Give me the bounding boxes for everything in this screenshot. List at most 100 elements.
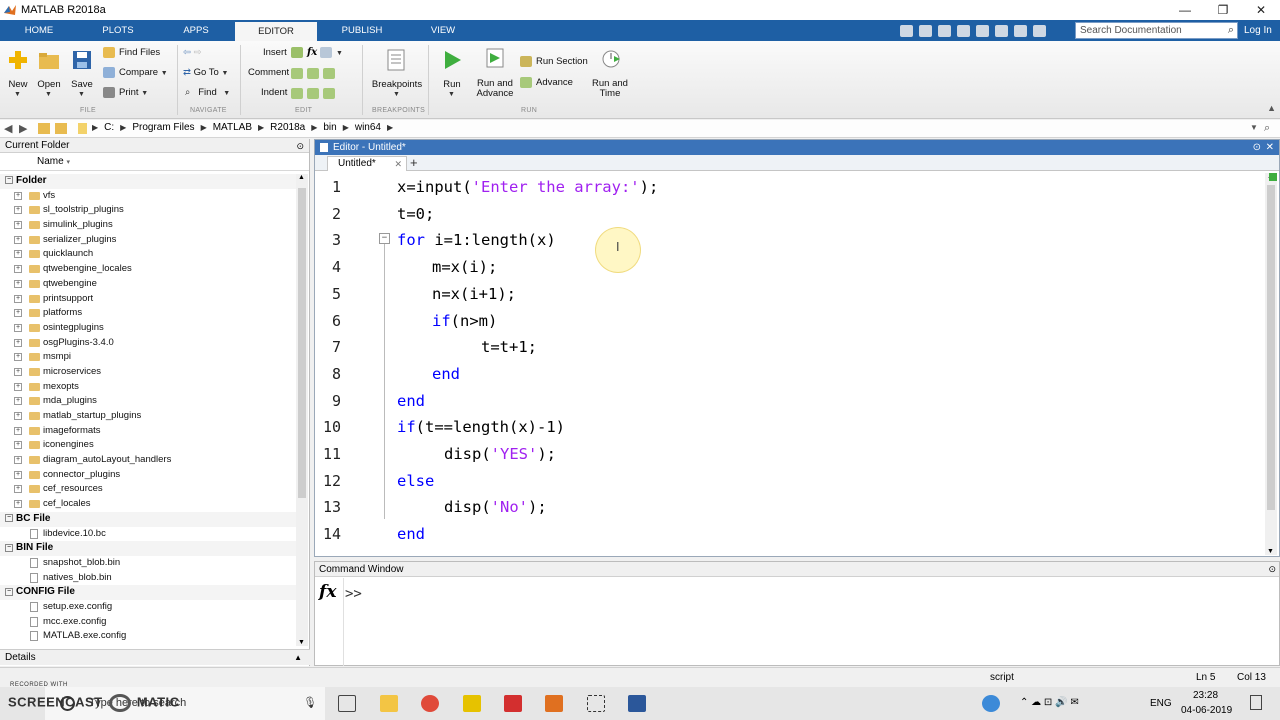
list-item[interactable]: + imageformats — [0, 424, 296, 439]
expand-folder-icon[interactable]: + — [14, 367, 22, 376]
help-icon[interactable] — [1033, 24, 1046, 37]
breadcrumb-program-files[interactable]: Program Files — [132, 122, 194, 133]
scroll-up-icon[interactable]: ▲ — [298, 174, 305, 181]
word-icon[interactable] — [628, 695, 646, 712]
fx-function-browser-icon[interactable]: fx — [319, 582, 336, 602]
list-item[interactable]: libdevice.10.bc — [0, 527, 296, 542]
login-link[interactable]: Log In — [1244, 20, 1272, 41]
search-folder-icon[interactable]: ⌕ — [1264, 122, 1270, 135]
list-item[interactable]: MATLAB.exe.config — [0, 629, 296, 644]
list-item[interactable]: setup.exe.config — [0, 600, 296, 615]
list-item[interactable]: + mexopts — [0, 380, 296, 395]
collapse-ribbon-icon[interactable]: ▲ — [1267, 103, 1276, 113]
decrease-indent-icon[interactable] — [323, 87, 335, 99]
microphone-icon[interactable]: 🎙 — [303, 687, 317, 720]
expand-folder-icon[interactable]: + — [14, 338, 22, 347]
list-item[interactable]: + diagram_autoLayout_handlers — [0, 453, 296, 468]
breakpoints-button[interactable]: Breakpoints — [368, 79, 426, 90]
scroll-thumb[interactable] — [298, 188, 306, 498]
close-button[interactable]: ✕ — [1242, 0, 1280, 20]
expand-folder-icon[interactable]: + — [14, 353, 22, 362]
expand-details-icon[interactable]: ▲ — [294, 650, 302, 666]
list-item[interactable]: + sl_toolstrip_plugins — [0, 203, 296, 218]
file-group-header[interactable]: − BIN File — [0, 541, 296, 556]
search-icon[interactable]: ⌕ — [1228, 24, 1234, 37]
file-group-header[interactable]: − Folder — [0, 174, 296, 189]
forward-arrow-icon[interactable]: ⇨ — [194, 47, 202, 58]
insert-dropdown-icon[interactable] — [320, 47, 333, 58]
list-item[interactable]: + printsupport — [0, 292, 296, 307]
back-icon[interactable]: ◀ — [4, 122, 12, 135]
panel-menu-icon[interactable]: ⊙ — [296, 139, 304, 153]
editor-menu-icon[interactable]: ⊙ — [1253, 140, 1261, 155]
list-item[interactable]: + platforms — [0, 306, 296, 321]
save-quick-icon[interactable] — [900, 24, 913, 37]
code-analyzer-status-icon[interactable] — [1269, 173, 1277, 181]
print-button[interactable]: Print ▼ — [103, 87, 148, 98]
collapse-group-icon[interactable]: − — [5, 514, 13, 523]
list-item[interactable]: + microservices — [0, 365, 296, 380]
collapse-group-icon[interactable]: − — [5, 587, 13, 596]
notifications-icon[interactable] — [1250, 695, 1262, 710]
run-and-time-button[interactable]: Run and Time — [590, 79, 630, 99]
undo-quick-icon[interactable] — [976, 24, 989, 37]
expand-folder-icon[interactable]: + — [14, 470, 22, 479]
clock-date[interactable]: 04-06-2019 — [1181, 705, 1232, 716]
expand-folder-icon[interactable]: + — [14, 397, 22, 406]
breadcrumb-matlab[interactable]: MATLAB — [213, 122, 252, 133]
run-dropdown-icon[interactable]: ▼ — [448, 91, 455, 98]
paste-quick-icon[interactable] — [957, 24, 970, 37]
editor-scrollbar[interactable]: ▲ ▼ — [1265, 173, 1277, 555]
tab-untitled[interactable]: Untitled* ✕ — [327, 156, 407, 171]
command-window-menu-icon[interactable]: ⊙ — [1268, 562, 1276, 577]
list-item[interactable]: mcc.exe.config — [0, 615, 296, 630]
clock-time[interactable]: 23:28 — [1193, 690, 1218, 701]
expand-folder-icon[interactable]: + — [14, 456, 22, 465]
redo-quick-icon[interactable] — [995, 24, 1008, 37]
list-item[interactable]: + connector_plugins — [0, 468, 296, 483]
expand-folder-icon[interactable]: + — [14, 294, 22, 303]
run-button[interactable]: Run — [438, 79, 466, 90]
find-files-button[interactable]: Find Files — [103, 47, 160, 58]
matlab-taskbar-icon[interactable] — [545, 695, 563, 712]
maximize-button[interactable]: ❐ — [1204, 0, 1242, 20]
new-dropdown-icon[interactable]: ▼ — [14, 91, 21, 98]
advance-button[interactable]: Advance — [520, 77, 573, 88]
indent-button[interactable]: Indent — [261, 87, 287, 98]
sticky-notes-icon[interactable] — [463, 695, 481, 712]
file-group-header[interactable]: − CONFIG File — [0, 585, 296, 600]
editor-close-icon[interactable]: ✕ — [1266, 140, 1274, 155]
collapse-group-icon[interactable]: − — [5, 543, 13, 552]
list-item[interactable]: + msmpi — [0, 350, 296, 365]
command-window[interactable]: Command Window ⊙ fx >> — [314, 561, 1280, 666]
breadcrumb-drive[interactable]: C: — [104, 122, 114, 133]
back-forward-buttons[interactable]: ⇦ ⇨ — [183, 47, 202, 58]
name-column-header[interactable]: Name — [37, 156, 64, 167]
back-arrow-icon[interactable]: ⇦ — [183, 47, 191, 58]
open-dropdown-icon[interactable]: ▼ — [45, 91, 52, 98]
expand-folder-icon[interactable]: + — [14, 441, 22, 450]
address-dropdown-icon[interactable]: ▼ — [1250, 123, 1258, 132]
indent-icons[interactable] — [291, 87, 339, 99]
save-button[interactable]: Save — [67, 79, 97, 90]
task-view-icon[interactable] — [338, 695, 356, 712]
search-documentation-input[interactable]: Search Documentation ⌕ — [1075, 22, 1238, 39]
tab-publish[interactable]: PUBLISH — [330, 20, 394, 41]
file-group-header[interactable]: − BC File — [0, 511, 296, 527]
expand-folder-icon[interactable]: + — [14, 250, 22, 259]
list-item[interactable]: + vfs — [0, 189, 296, 204]
expand-folder-icon[interactable]: + — [14, 265, 22, 274]
editor-scroll-down-icon[interactable]: ▼ — [1267, 548, 1274, 555]
snipping-tool-icon[interactable] — [587, 695, 605, 712]
tab-plots[interactable]: PLOTS — [92, 20, 144, 41]
go-to-button[interactable]: ⇄ Go To ▼ — [183, 67, 228, 78]
editor-scroll-thumb[interactable] — [1267, 185, 1275, 510]
open-button[interactable]: Open — [34, 79, 64, 90]
list-item[interactable]: + qtwebengine — [0, 277, 296, 292]
tab-apps[interactable]: APPS — [172, 20, 220, 41]
insert-section-icon[interactable] — [291, 47, 303, 58]
find-button[interactable]: ⌕ Find ▼ — [185, 87, 230, 98]
scroll-down-icon[interactable]: ▼ — [298, 639, 305, 646]
folder-scrollbar[interactable]: ▲ ▼ — [296, 174, 308, 646]
list-item[interactable]: + cef_locales — [0, 497, 296, 512]
